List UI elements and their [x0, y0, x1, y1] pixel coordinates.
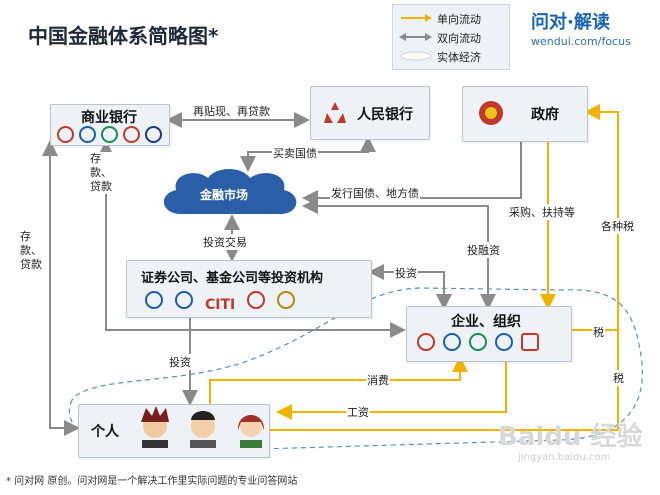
telecom-icon [495, 333, 513, 351]
flow-various-taxes: 各种税 [600, 218, 635, 234]
national-emblem-icon [479, 101, 503, 125]
ccb-icon [79, 126, 96, 143]
flow-deposit-loan-individual: 存款、贷款 [20, 230, 46, 272]
legend: 单向流动 双向流动 实体经济 [392, 4, 510, 70]
legend-real-economy: 实体经济 [437, 51, 481, 64]
flow-invest-sec-ent: 投资 [394, 265, 418, 281]
flow-tax-individual: 税 [612, 370, 625, 386]
wendui-icon [521, 333, 539, 351]
enterprise-logos [417, 333, 544, 355]
baidu-watermark-url: jingyan.baidu.com [518, 452, 611, 463]
flow-procurement: 采购、扶持等 [508, 204, 576, 220]
bocom-icon [145, 126, 162, 143]
flow-deposit-loan-bank: 存款、贷款 [90, 152, 116, 194]
flow-rediscount: 再贴现、再贷款 [192, 103, 271, 119]
footnote: * 问对网 原创。问对网是一个解决工作里实际问题的专业问答网站 [6, 476, 298, 487]
individual-title: 个人 [91, 424, 119, 440]
securities-logos: CITI [145, 291, 300, 313]
commercial-bank-box: 商业银行 [50, 104, 170, 146]
central-bank-title: 人民银行 [357, 107, 413, 123]
petrochina-icon [417, 333, 435, 351]
government-box: 政府 [462, 86, 588, 142]
financial-market-title: 金融市场 [200, 188, 249, 202]
bank-logos [57, 126, 167, 147]
flow-invest-financing: 投融资 [466, 242, 501, 258]
mobile-icon [469, 333, 487, 351]
flow-issue-bonds: 发行国债、地方债 [330, 185, 420, 201]
central-bank-box: 人民银行 [310, 86, 430, 140]
flow-tax-enterprise: 税 [592, 324, 605, 340]
securities-box: 证券公司、基金公司等投资机构 CITI [126, 260, 372, 318]
government-title: 政府 [531, 107, 559, 123]
person-icon-2 [190, 411, 216, 448]
person-icon-3 [237, 415, 265, 448]
flow-invest-individual: 投资 [168, 354, 192, 370]
flow-consumption: 消费 [366, 372, 390, 388]
icbc-icon [57, 126, 74, 143]
baidu-watermark: Baidu 经验 [498, 422, 643, 452]
logo-main: 问对·解读 [531, 12, 610, 33]
legend-one-way: 单向流动 [437, 13, 481, 26]
person-icon-1 [141, 406, 169, 448]
enterprise-title: 企业、组织 [451, 314, 521, 330]
sinopec-icon [443, 333, 461, 351]
enterprise-box: 企业、组织 [406, 306, 572, 362]
pboc-logo-icon [324, 102, 346, 123]
citi-logo: CITI [205, 297, 236, 313]
legend-two-way: 双向流动 [437, 32, 481, 45]
commercial-bank-title: 商业银行 [81, 110, 137, 126]
flow-buy-sell-bonds: 买卖国债 [272, 145, 318, 161]
fund-logo-icon [175, 291, 193, 309]
wendui-logo: 问对·解读 wendui.com/focus [531, 8, 651, 48]
logo-sub: wendui.com/focus [531, 35, 631, 48]
flow-wages: 工资 [346, 404, 370, 420]
flow-investment-trade: 投资交易 [202, 234, 248, 250]
boc-icon [123, 126, 140, 143]
abc-icon [101, 126, 118, 143]
broker-logo-icon [247, 291, 266, 309]
securities-title: 证券公司、基金公司等投资机构 [141, 271, 324, 286]
securities-logo-icon [145, 291, 163, 309]
legend-swatches [399, 14, 432, 61]
fund2-logo-icon [277, 291, 296, 309]
